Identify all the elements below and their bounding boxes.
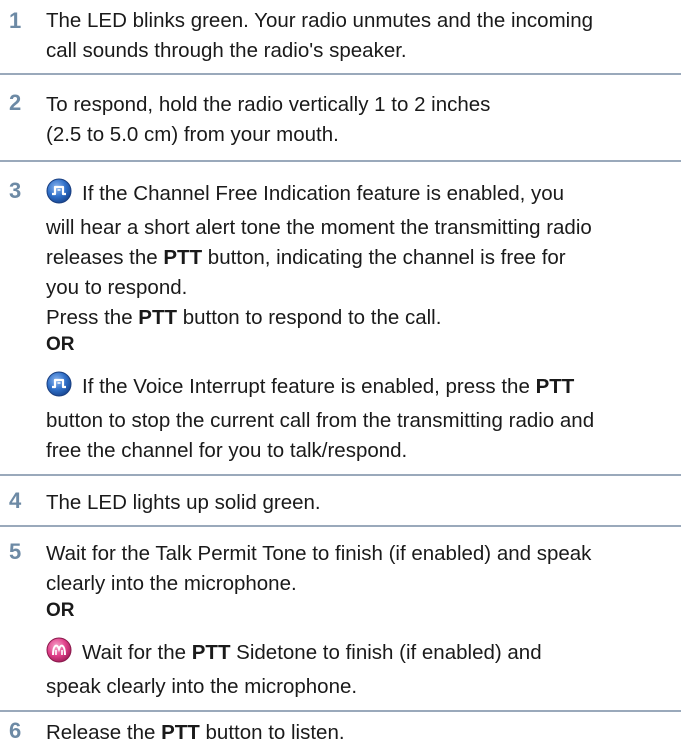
step-text-line: clearly into the microphone. [46,572,297,595]
step-text: button, indicating the channel is free f… [202,246,566,269]
procedure-steps: 1 The LED blinks green. Your radio unmut… [0,0,681,748]
step-number: 6 [9,718,22,743]
step-text-line: Release the PTT button to listen. [46,718,675,748]
step-text-line: call sounds through the radio's speaker. [46,39,407,62]
step-text: Wait for the [82,641,192,664]
step-text-line: Press the PTT button to respond to the c… [46,303,675,333]
ptt-bold: PTT [191,641,231,664]
step-text: Sidetone to finish (if enabled) and [230,641,542,664]
step-text-line: To respond, hold the radio vertically 1 … [46,93,491,116]
step-4: 4 The LED lights up solid green. [0,476,681,527]
step-text-line: speak clearly into the microphone. [46,675,358,698]
sidetone-icon [46,637,72,672]
step-text: releases the [46,246,164,269]
step-text-line: will hear a short alert tone the moment … [46,216,592,239]
step-5: 5 Wait for the Talk Permit Tone to finis… [0,527,681,712]
step-number: 2 [9,90,22,115]
step-6: 6 Release the PTT button to listen. [0,712,681,748]
or-label: OR [46,600,75,621]
step-number: 1 [9,8,22,33]
step-text-line: The LED lights up solid green. [46,491,321,514]
step-text-line: free the channel for you to talk/respond… [46,439,408,462]
step-3: 3 If the Channel Free Indication feature… [0,162,681,476]
step-number: 3 [9,178,22,203]
ptt-bold: PTT [163,246,203,269]
step-2: 2 To respond, hold the radio vertically … [0,75,681,162]
step-text-line: If the Channel Free Indication feature i… [46,178,675,213]
step-number: 4 [9,488,22,513]
feature-icon [46,178,72,213]
step-number: 5 [9,539,22,564]
step-text-line: button to stop the current call from the… [46,409,595,432]
step-1: 1 The LED blinks green. Your radio unmut… [0,0,681,75]
feature-icon [46,371,72,406]
or-label: OR [46,334,75,355]
ptt-bold: PTT [138,306,178,329]
step-text: If the Voice Interrupt feature is enable… [82,375,536,398]
step-text-line: you to respond. [46,276,188,299]
step-text-line: If the Voice Interrupt feature is enable… [46,371,675,406]
step-text-line: (2.5 to 5.0 cm) from your mouth. [46,123,339,146]
step-text-line: releases the PTT button, indicating the … [46,243,675,273]
step-text: button to respond to the call. [177,306,442,329]
step-text: If the Channel Free Indication feature i… [82,182,565,205]
ptt-bold: PTT [535,375,575,398]
step-text-line: The LED blinks green. Your radio unmutes… [46,9,594,32]
step-text-line: Wait for the Talk Permit Tone to finish … [46,542,592,565]
step-text: Press the [46,306,139,329]
step-text-line: Wait for the PTT Sidetone to finish (if … [46,637,675,672]
